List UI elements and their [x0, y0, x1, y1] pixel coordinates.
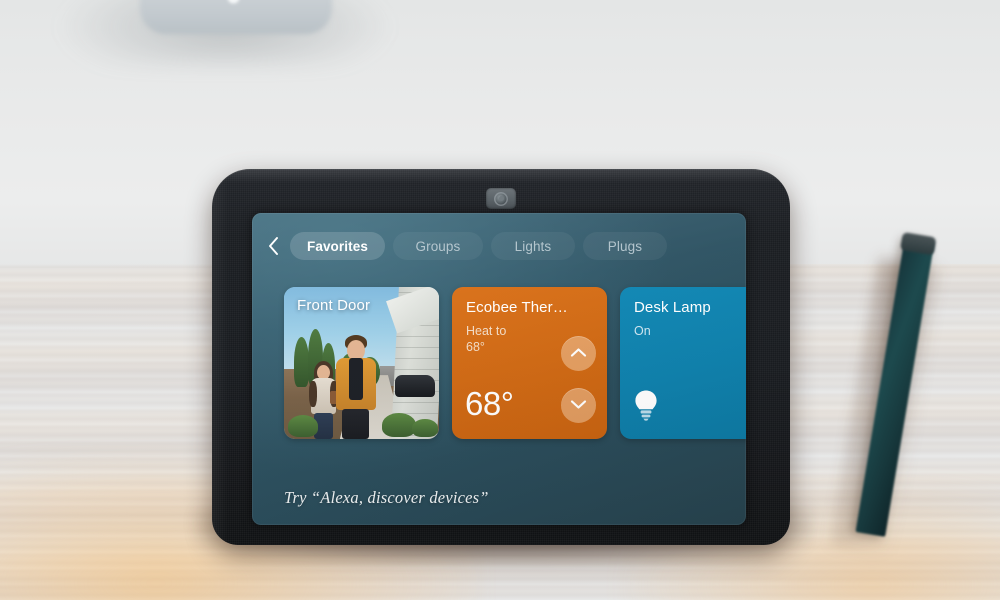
device-top-highlight — [212, 169, 790, 183]
thermostat-status-line1: Heat to — [466, 324, 507, 338]
camera-bush-1 — [288, 415, 318, 437]
tab-groups-label: Groups — [415, 238, 461, 254]
thermostat-status-line2: 68° — [466, 340, 485, 354]
thermostat-decrease-button[interactable] — [561, 388, 596, 423]
back-button[interactable] — [265, 233, 282, 259]
thermostat-increase-button[interactable] — [561, 336, 596, 371]
card-thermostat-status: Heat to 68° — [466, 323, 506, 355]
tab-lights[interactable]: Lights — [490, 232, 575, 260]
camera-parked-car — [395, 375, 435, 398]
device-screen: Favorites Groups Lights Plugs Front Door… — [252, 213, 746, 525]
chevron-left-icon — [267, 236, 280, 256]
wall-mounted-hub — [140, 0, 332, 34]
chevron-down-icon — [570, 397, 587, 415]
camera-bush-3 — [412, 419, 438, 437]
card-ecobee-thermostat[interactable]: Ecobee Ther… Heat to 68° 68° — [452, 287, 607, 439]
echo-show-device: Favorites Groups Lights Plugs Front Door… — [212, 169, 790, 545]
camera-pupil — [498, 196, 504, 201]
card-thermostat-title: Ecobee Ther… — [466, 299, 568, 316]
tab-groups[interactable]: Groups — [392, 232, 483, 260]
tab-lights-label: Lights — [514, 238, 552, 254]
photo-scene: Favorites Groups Lights Plugs Front Door… — [0, 0, 1000, 600]
device-card-grid: Front Door Ecobee Ther… Heat to 68° 68° — [284, 287, 746, 439]
chevron-up-icon — [570, 345, 587, 363]
card-front-door-title: Front Door — [297, 297, 371, 314]
card-desk-lamp[interactable]: Desk Lamp On — [620, 287, 746, 439]
card-lamp-title: Desk Lamp — [634, 299, 711, 316]
tab-plugs[interactable]: Plugs — [582, 232, 667, 260]
card-lamp-state: On — [634, 324, 651, 338]
tab-bar: Favorites Groups Lights Plugs — [252, 230, 746, 262]
device-left-highlight — [212, 169, 228, 545]
card-front-door-camera[interactable]: Front Door — [284, 287, 439, 439]
tab-favorites[interactable]: Favorites — [290, 232, 385, 260]
camera-bush-2 — [382, 413, 416, 437]
camera-person-man — [332, 335, 378, 439]
tab-plugs-label: Plugs — [607, 238, 643, 254]
voice-hint-text: Try “Alexa, discover devices” — [284, 488, 489, 507]
camera-icon — [486, 188, 516, 209]
tab-favorites-label: Favorites — [307, 238, 368, 254]
card-thermostat-temperature: 68° — [465, 385, 514, 422]
lightbulb-icon — [633, 389, 659, 421]
